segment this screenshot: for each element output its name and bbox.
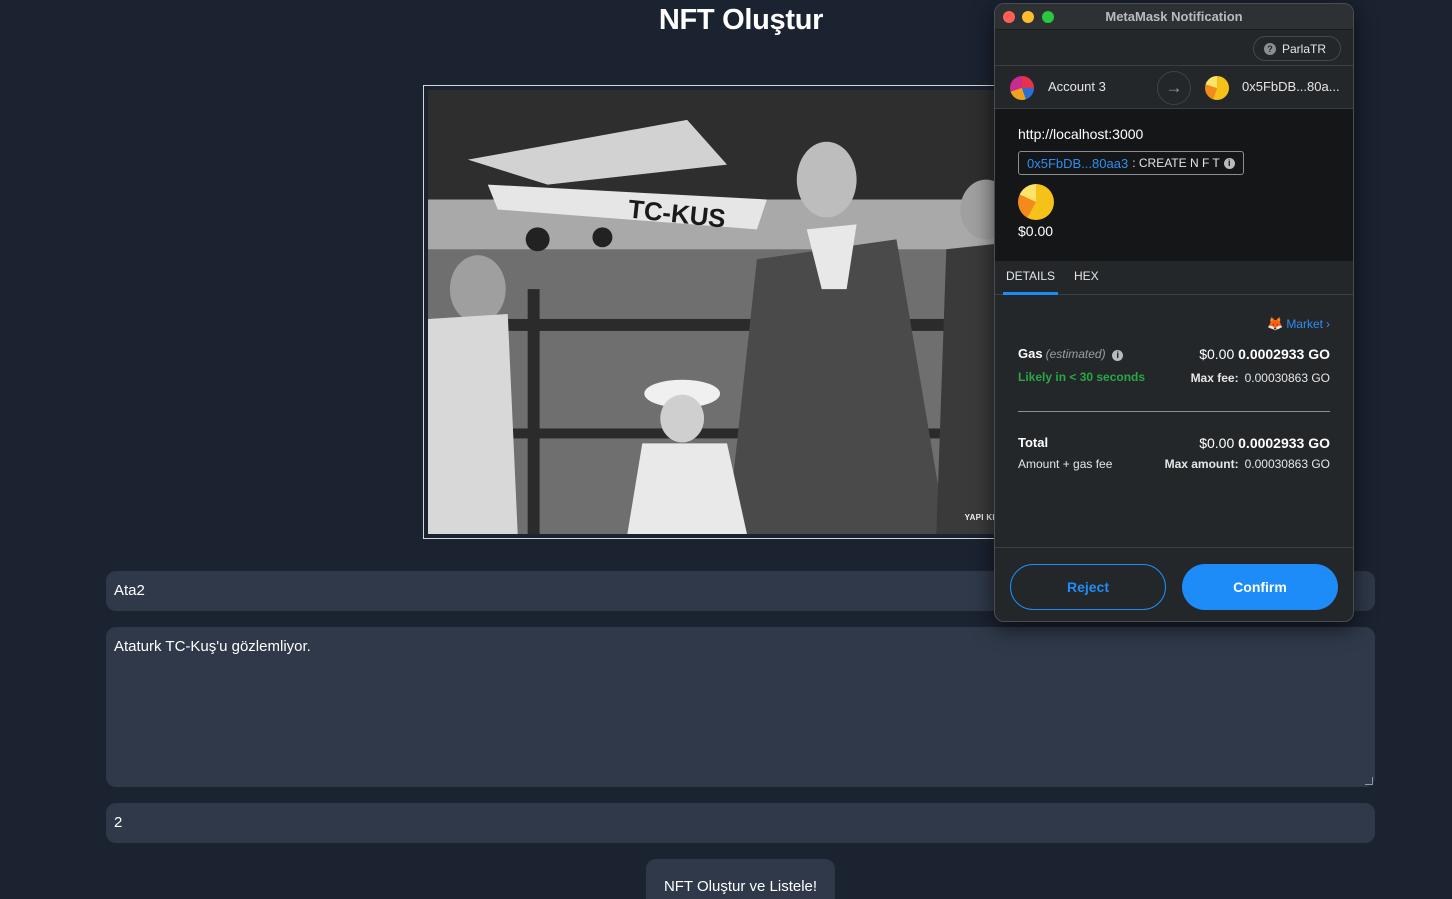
action-footer: Reject Confirm	[995, 548, 1353, 621]
gas-amount: 0.0002933 GO	[1238, 346, 1330, 362]
from-account-avatar	[1010, 76, 1034, 100]
nft-image-preview: TC-KUS YAPI KREDİ TAR	[423, 85, 1043, 539]
question-icon: ?	[1263, 42, 1276, 55]
likely-time: Likely in < 30 seconds	[1018, 370, 1146, 384]
token-icon	[1018, 184, 1054, 220]
to-account-avatar	[1205, 76, 1229, 100]
network-selector[interactable]: ? ParlaTR	[1252, 36, 1341, 61]
metamask-window: MetaMask Notification ? ParlaTR Account …	[994, 3, 1354, 622]
method-name: : CREATE N F T	[1132, 156, 1220, 170]
gas-info-icon[interactable]: i	[1112, 350, 1124, 361]
max-fee-label: Max fee:	[1190, 371, 1239, 385]
gas-label-text: Gas	[1018, 346, 1043, 361]
gas-fiat: $0.00	[1199, 346, 1235, 362]
max-amount: Max amount: 0.00030863 GO	[1165, 457, 1330, 471]
window-title: MetaMask Notification	[1105, 9, 1243, 24]
nft-photo: TC-KUS YAPI KREDİ TAR	[428, 90, 1038, 534]
confirm-button[interactable]: Confirm	[1182, 564, 1338, 610]
metamask-fox-icon: 🦊	[1267, 316, 1284, 331]
network-row: ? ParlaTR	[995, 30, 1353, 65]
arrow-right-icon: →	[1157, 71, 1191, 105]
total-fiat: $0.00	[1199, 435, 1235, 451]
gas-label: Gas (estimated) i	[1018, 346, 1124, 361]
chevron-right-icon: ›	[1326, 317, 1330, 331]
divider	[1018, 411, 1330, 412]
max-amount-value: 0.00030863 GO	[1244, 457, 1330, 471]
total-amount: 0.0002933 GO	[1238, 435, 1330, 451]
contract-method-badge: 0x5FbDB...80aa3 : CREATE N F T i	[1018, 151, 1244, 175]
nft-description-text: Ataturk TC-Kuş'u gözlemliyor.	[114, 638, 311, 655]
transaction-summary: http://localhost:3000 0x5FbDB...80aa3 : …	[995, 109, 1353, 261]
summary-amount: $0.00	[1018, 223, 1054, 239]
fee-details: 🦊 Market › Gas (estimated) i $0.00 0.0002…	[995, 295, 1353, 548]
tab-hex[interactable]: HEX	[1074, 261, 1099, 295]
contract-address-link[interactable]: 0x5FbDB...80aa3	[1027, 156, 1128, 171]
network-name: ParlaTR	[1281, 41, 1326, 56]
nft-description-textarea[interactable]: Ataturk TC-Kuş'u gözlemliyor.	[106, 627, 1375, 787]
nft-price-input[interactable]: 2	[106, 803, 1375, 843]
photo-scene: TC-KUS	[428, 90, 1038, 534]
total-value: $0.00 0.0002933 GO	[1199, 435, 1330, 451]
max-amount-label: Max amount:	[1164, 457, 1239, 471]
total-subtitle: Amount + gas fee	[1018, 457, 1113, 471]
to-address[interactable]: 0x5FbDB...80a...	[1242, 79, 1340, 94]
origin-url: http://localhost:3000	[1018, 126, 1144, 142]
account-transfer-row: Account 3 → 0x5FbDB...80a...	[995, 65, 1353, 109]
tab-details[interactable]: DETAILS	[1003, 261, 1058, 295]
market-label: Market	[1286, 317, 1323, 331]
max-fee: Max fee: 0.00030863 GO	[1191, 371, 1330, 385]
details-tabs: DETAILS HEX	[995, 261, 1353, 295]
create-and-list-button[interactable]: NFT Oluştur ve Listele!	[646, 859, 835, 899]
max-fee-value: 0.00030863 GO	[1244, 371, 1330, 385]
window-titlebar[interactable]: MetaMask Notification	[995, 4, 1353, 30]
from-account-name[interactable]: Account 3	[1048, 79, 1106, 94]
info-icon[interactable]: i	[1223, 157, 1235, 169]
reject-button[interactable]: Reject	[1010, 564, 1166, 610]
gas-value: $0.00 0.0002933 GO	[1199, 346, 1330, 362]
resize-grip-icon[interactable]	[1365, 777, 1373, 785]
gas-estimated-text: (estimated)	[1045, 347, 1106, 361]
gas-market-link[interactable]: 🦊 Market ›	[1267, 316, 1330, 332]
total-label: Total	[1018, 435, 1049, 450]
